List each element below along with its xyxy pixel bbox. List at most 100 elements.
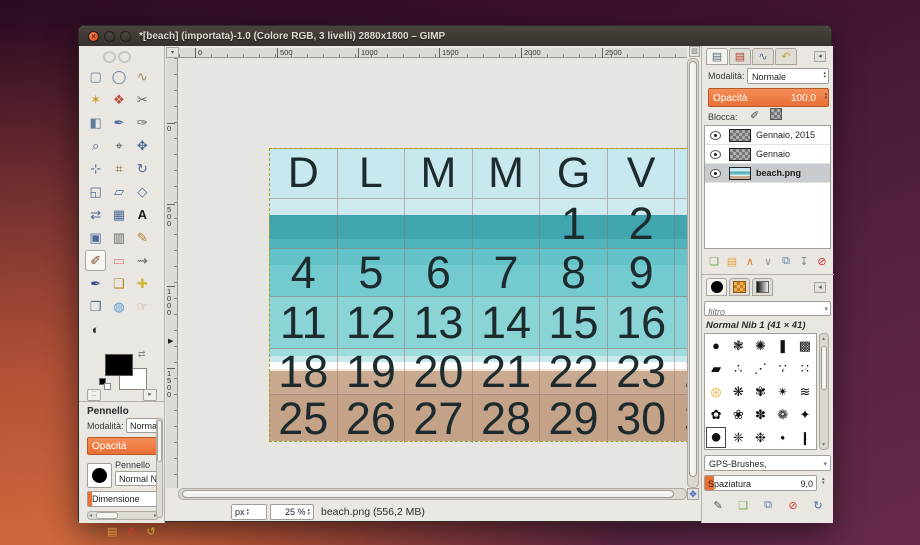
calendar-image[interactable]: DLMMGVS123456789101112131415161718192021… bbox=[269, 148, 687, 442]
brushes-menu-button[interactable]: ◂ bbox=[814, 282, 826, 293]
tool-rotate[interactable]: ↻ bbox=[132, 158, 153, 179]
new-layer-button[interactable]: ❏ bbox=[706, 253, 722, 269]
layer-mode-dropdown[interactable]: Normale▴▾ bbox=[747, 68, 829, 84]
refresh-brushes-button[interactable]: ↻ bbox=[810, 497, 826, 513]
brush-swatch[interactable]: ✽ bbox=[749, 403, 771, 426]
brush-swatch[interactable]: ● bbox=[705, 426, 727, 449]
tool-free-select[interactable]: ∿ bbox=[132, 66, 153, 87]
tool-eraser[interactable]: ▭ bbox=[108, 250, 129, 271]
tool-move[interactable]: ✥ bbox=[132, 135, 153, 156]
raise-layer-button[interactable]: ∧ bbox=[742, 253, 758, 269]
brush-swatch[interactable]: ∷ bbox=[794, 357, 816, 380]
brush-swatch[interactable]: ✿ bbox=[705, 403, 727, 426]
new-layer-group-button[interactable]: ▤ bbox=[724, 253, 740, 269]
duplicate-layer-button[interactable]: ⧉ bbox=[778, 253, 794, 269]
foreground-color-swatch[interactable] bbox=[105, 354, 133, 376]
layer-row[interactable]: Gennaio bbox=[705, 145, 830, 164]
tool-rectangle-select[interactable]: ▢ bbox=[85, 66, 106, 87]
visibility-eye-icon[interactable] bbox=[710, 169, 721, 178]
restore-options-button[interactable]: ▤ bbox=[104, 523, 120, 539]
brush-swatch[interactable]: ✦ bbox=[794, 403, 816, 426]
tab-brushes[interactable] bbox=[706, 278, 727, 296]
reset-options-button[interactable]: ↺ bbox=[143, 523, 159, 539]
maximize-button[interactable] bbox=[120, 31, 131, 42]
layer-name[interactable]: Gennaio, 2015 bbox=[756, 130, 815, 140]
size-slider[interactable]: Dimensione bbox=[87, 491, 159, 507]
brush-swatch[interactable]: ❉ bbox=[749, 426, 771, 449]
brush-filter-field[interactable]: ▾ bbox=[704, 301, 831, 316]
tool-paths[interactable]: ✒ bbox=[108, 112, 129, 133]
brush-swatch[interactable]: ◍ bbox=[705, 380, 727, 403]
mode-dropdown[interactable]: Norma bbox=[126, 418, 159, 433]
lower-layer-button[interactable]: ∨ bbox=[760, 253, 776, 269]
tool-select-by-color[interactable]: ❖ bbox=[108, 89, 129, 110]
brush-swatch[interactable]: ▰ bbox=[705, 357, 727, 380]
duplicate-brush-button[interactable]: ⧉ bbox=[760, 497, 776, 513]
tool-align[interactable]: ⊹ bbox=[85, 158, 106, 179]
tool-foreground-select[interactable]: ◧ bbox=[85, 112, 106, 133]
brush-preview-button[interactable] bbox=[87, 463, 112, 488]
delete-layer-button[interactable]: ⊘ bbox=[814, 253, 830, 269]
titlebar[interactable]: × *[beach] (importata)-1.0 (Colore RGB, … bbox=[79, 26, 831, 46]
anchor-layer-button[interactable]: ↧ bbox=[796, 253, 812, 269]
horizontal-ruler[interactable]: ▼05001000150020002500 bbox=[179, 48, 687, 58]
default-colors-icon[interactable] bbox=[99, 378, 111, 390]
zoom-spinner[interactable]: 25 %▴▾ bbox=[270, 504, 314, 520]
edit-brush-button[interactable]: ✎ bbox=[710, 497, 726, 513]
layer-row[interactable]: Gennaio, 2015 bbox=[705, 126, 830, 145]
brush-swatch[interactable]: ❃ bbox=[727, 334, 749, 357]
delete-brush-button[interactable]: ⊘ bbox=[785, 497, 801, 513]
swap-colors-icon[interactable]: ⇄ bbox=[138, 349, 146, 360]
tool-text[interactable]: A bbox=[132, 204, 153, 225]
close-button[interactable]: × bbox=[88, 31, 99, 42]
tool-options-hscrollbar[interactable]: ◂▸ bbox=[87, 511, 159, 520]
tool-clone[interactable]: ❏ bbox=[108, 273, 129, 294]
brush-swatch[interactable]: ✺ bbox=[749, 334, 771, 357]
brush-swatch[interactable]: ≋ bbox=[794, 380, 816, 403]
visibility-eye-icon[interactable] bbox=[710, 150, 721, 159]
tool-fuzzy-select[interactable]: ✶ bbox=[85, 89, 106, 110]
brush-swatch[interactable]: ∴ bbox=[727, 357, 749, 380]
canvas-viewport[interactable]: DLMMGVS123456789101112131415161718192021… bbox=[178, 58, 687, 488]
brush-filter-input[interactable] bbox=[705, 306, 830, 317]
spacing-spinner[interactable]: ▴▾ bbox=[822, 477, 825, 485]
tool-ink[interactable]: ✒ bbox=[85, 273, 106, 294]
tool-options-vscrollbar[interactable] bbox=[156, 418, 163, 518]
tool-cage-transform[interactable]: ▦ bbox=[108, 204, 129, 225]
tab-paths[interactable]: ∿ bbox=[752, 48, 774, 65]
brush-swatch[interactable]: ● bbox=[705, 334, 727, 357]
tab-patterns[interactable] bbox=[729, 278, 750, 296]
tool-shear[interactable]: ▱ bbox=[108, 181, 129, 202]
tool-pencil[interactable]: ✎ bbox=[132, 227, 153, 248]
brush-swatch[interactable]: ∵ bbox=[772, 357, 794, 380]
save-options-button[interactable]: ↓ bbox=[85, 523, 101, 539]
horizontal-scrollbar[interactable] bbox=[178, 488, 687, 500]
layer-thumbnail[interactable] bbox=[729, 167, 751, 180]
tool-smudge[interactable]: ☞ bbox=[132, 296, 153, 317]
tool-flip[interactable]: ⇄ bbox=[85, 204, 106, 225]
lock-pixels-icon[interactable]: ✐ bbox=[750, 109, 759, 122]
toolbox-config-icon[interactable]: ⁚⁚ bbox=[87, 389, 101, 401]
brush-swatch[interactable]: ❙ bbox=[794, 426, 816, 449]
tool-ellipse-select[interactable]: ◯ bbox=[108, 66, 129, 87]
visibility-eye-icon[interactable] bbox=[710, 131, 721, 140]
tool-crop[interactable]: ⌗ bbox=[108, 158, 129, 179]
layer-thumbnail[interactable] bbox=[729, 129, 751, 142]
tool-paintbrush[interactable]: ✐ bbox=[85, 250, 106, 271]
tab-undo-history[interactable]: ↶ bbox=[775, 48, 797, 65]
brush-grid-scrollbar[interactable]: ▴▾ bbox=[819, 333, 829, 450]
tool-scale[interactable]: ◱ bbox=[85, 181, 106, 202]
vertical-ruler[interactable]: ▶050010001500 bbox=[166, 58, 178, 488]
opacity-slider[interactable]: Opacità bbox=[87, 437, 159, 455]
tool-blur-sharpen[interactable]: ◍ bbox=[108, 296, 129, 317]
layers-menu-button[interactable]: ◂ bbox=[814, 51, 826, 62]
layer-row[interactable]: beach.png bbox=[705, 164, 830, 183]
tab-layers[interactable]: ▤ bbox=[706, 48, 728, 65]
toolbox-menu-icon[interactable]: ▸ bbox=[143, 389, 157, 401]
tool-measure[interactable]: ⌖ bbox=[108, 135, 129, 156]
layer-thumbnail[interactable] bbox=[729, 148, 751, 161]
tool-color-picker[interactable]: ✑ bbox=[132, 112, 153, 133]
layer-name[interactable]: Gennaio bbox=[756, 149, 790, 159]
brush-swatch[interactable]: ▩ bbox=[794, 334, 816, 357]
tool-heal[interactable]: ✚ bbox=[132, 273, 153, 294]
